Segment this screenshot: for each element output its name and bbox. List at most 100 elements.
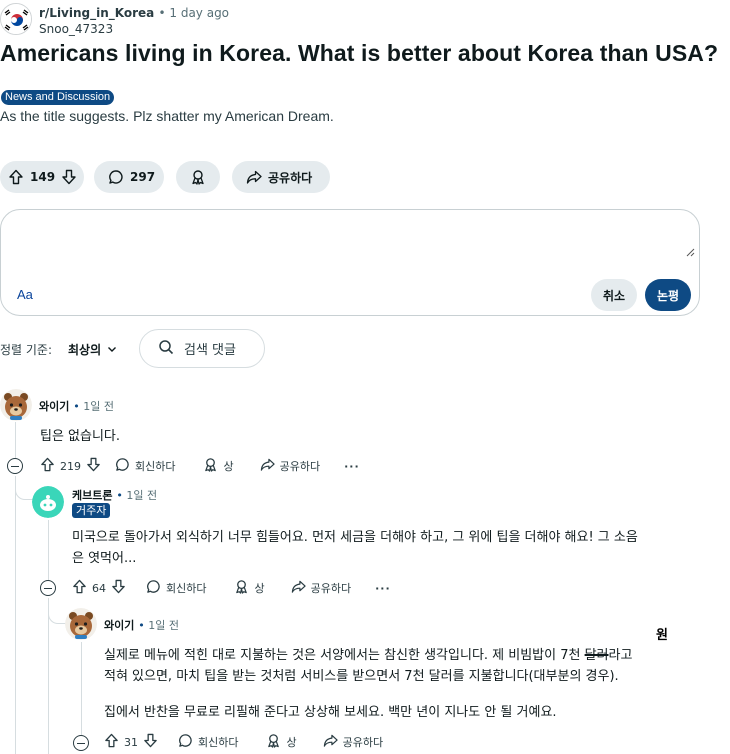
collapse-icon[interactable]: [73, 735, 89, 751]
award-label: 상: [254, 582, 265, 595]
comment-text-line: 실제로 메뉴에 적힌 대로 지불하는 것은 서양에서는 참신한 생각입니다. 제…: [104, 645, 632, 666]
upvote-icon[interactable]: [8, 169, 24, 185]
comment-icon: [115, 457, 130, 475]
reply-button[interactable]: 회신하다: [146, 579, 206, 597]
vote-group: 31: [104, 733, 158, 751]
post-author[interactable]: Snoo_47323: [39, 22, 113, 36]
struck-text: 달러: [584, 648, 609, 663]
vote-count: 64: [92, 581, 106, 595]
thread-line: [48, 598, 49, 754]
reply-label: 회신하다: [135, 460, 176, 473]
cancel-button[interactable]: 취소: [591, 279, 637, 311]
comment-text-part: 실제로 메뉴에 적힌 대로 지불하는 것은 서양에서는 참신한 생각입니다. 제…: [104, 648, 585, 663]
award-button[interactable]: 상: [203, 457, 234, 475]
award-button[interactable]: [176, 161, 220, 193]
vote-count: 31: [124, 735, 138, 749]
collapse-icon[interactable]: [40, 580, 56, 596]
thread-connector: [48, 598, 66, 624]
award-button[interactable]: 상: [234, 579, 265, 597]
share-label: 공유하다: [279, 460, 321, 473]
comment-text-line: 집에서 반찬을 무료로 리필해 준다고 상상해 보세요. 백만 년이 지나도 안…: [104, 705, 557, 720]
subreddit-avatar[interactable]: [0, 3, 32, 35]
reply-button[interactable]: 회신하다: [115, 457, 175, 475]
bear-avatar-icon: [65, 608, 97, 640]
submit-comment-button[interactable]: 논평: [645, 279, 691, 311]
downvote-icon[interactable]: [111, 579, 126, 597]
user-flair[interactable]: 거주자: [72, 503, 111, 518]
comment-count: 297: [130, 170, 156, 184]
share-icon: [260, 457, 275, 475]
share-label: 공유하다: [310, 582, 352, 595]
comment-avatar[interactable]: [0, 389, 32, 421]
award-icon: [203, 457, 218, 475]
vote-count: 219: [60, 459, 81, 473]
award-icon: [266, 733, 281, 751]
vote-group: 219: [40, 457, 101, 475]
more-icon[interactable]: ···: [344, 460, 360, 473]
comment-text-part: 라고: [608, 648, 633, 663]
upvote-icon[interactable]: [40, 457, 55, 475]
comment-time: 1일 전: [126, 489, 158, 502]
award-label: 상: [286, 736, 297, 749]
default-snoo-avatar-icon: [32, 486, 64, 518]
reply-label: 회신하다: [166, 582, 207, 595]
thread-line: [15, 476, 16, 754]
korea-flag-icon: [1, 4, 31, 34]
comment-time: 1일 전: [83, 400, 114, 413]
thread-line: [15, 422, 16, 458]
comments-button[interactable]: 297: [94, 161, 164, 193]
comment-text-line: 미국으로 돌아가서 외식하기 너무 힘들어요. 먼저 세금을 더해야 하고, 그…: [72, 530, 638, 545]
comment-author[interactable]: 와이기: [104, 619, 134, 632]
subreddit-link[interactable]: r/Living_in_Korea: [39, 6, 154, 20]
sort-value: 최상의: [68, 343, 102, 357]
upvote-icon[interactable]: [72, 579, 87, 597]
comment-header: 와이기 • 1일 전: [104, 619, 179, 632]
award-label: 상: [223, 460, 234, 473]
award-button[interactable]: 상: [266, 733, 297, 751]
downvote-icon[interactable]: [86, 457, 101, 475]
thread-line: [48, 520, 49, 580]
resize-handle-icon[interactable]: [685, 242, 695, 257]
share-button[interactable]: 공유하다: [291, 579, 351, 597]
downvote-icon[interactable]: [61, 169, 77, 185]
comment-input[interactable]: [13, 220, 689, 262]
comment-avatar[interactable]: [32, 486, 64, 518]
upvote-icon[interactable]: [104, 733, 119, 751]
search-comments-button[interactable]: 검색 댓글: [139, 329, 265, 368]
handwritten-annotation: 원: [656, 628, 668, 643]
reply-label: 회신하다: [198, 736, 239, 749]
comment-author[interactable]: 와이기: [39, 400, 69, 413]
comment-text: 팁은 없습니다.: [40, 429, 121, 444]
post-flair[interactable]: News and Discussion: [1, 90, 115, 105]
share-label: 공유하다: [268, 170, 313, 185]
chevron-down-icon: [107, 343, 117, 357]
share-button[interactable]: 공유하다: [323, 733, 383, 751]
share-icon: [246, 169, 262, 185]
comment-actions: 64 회신하다 상 공유하다 ···: [72, 578, 391, 598]
comment-header: 와이기 • 1일 전: [39, 400, 114, 413]
thread-line: [81, 642, 82, 735]
reply-button[interactable]: 회신하다: [178, 733, 238, 751]
search-icon: [158, 339, 174, 359]
comment-icon: [146, 579, 161, 597]
sort-dropdown[interactable]: 최상의: [68, 341, 117, 358]
comment-avatar[interactable]: [65, 608, 97, 640]
format-button[interactable]: Aa: [17, 287, 33, 302]
downvote-icon[interactable]: [143, 733, 158, 751]
subreddit-header: r/Living_in_Korea • 1 day ago: [39, 6, 230, 20]
share-button[interactable]: 공유하다: [232, 161, 330, 193]
comment-text-line: 은 엿먹어...: [72, 551, 137, 566]
comment-author[interactable]: 케브트론: [72, 489, 112, 502]
search-comments-label: 검색 댓글: [184, 343, 236, 358]
vote-group: 64: [72, 579, 126, 597]
collapse-icon[interactable]: [7, 458, 23, 474]
share-label: 공유하다: [342, 736, 384, 749]
post-body: As the title suggests. Plz shatter my Am…: [0, 108, 334, 124]
sort-label: 정렬 기준:: [0, 343, 53, 357]
share-button[interactable]: 공유하다: [260, 457, 320, 475]
upvote-count: 149: [30, 170, 56, 184]
award-icon: [190, 169, 206, 185]
more-icon[interactable]: ···: [375, 582, 391, 595]
comment-actions: 31 회신하다 상 공유하다: [104, 732, 383, 752]
comment-text-line: 적혀 있으면, 마치 팁을 받는 것처럼 서비스를 받으면서 7천 달러를 지불…: [104, 669, 619, 684]
